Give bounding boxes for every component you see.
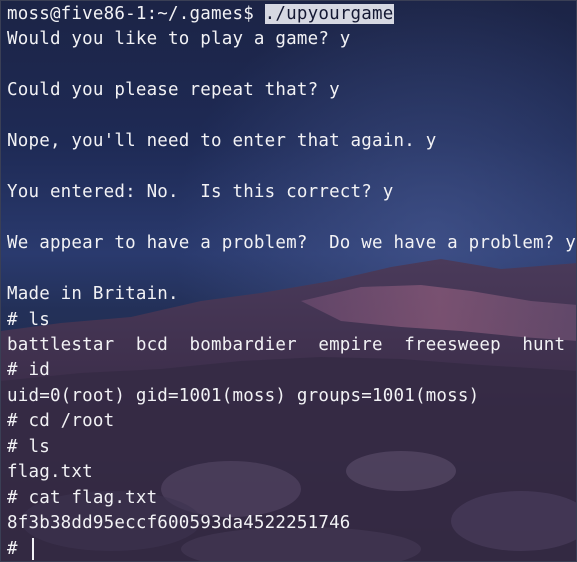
command-line: moss@five86-1:~/.games$ ./upyourgame <box>7 2 394 27</box>
output-line: Could you please repeat that? y <box>7 80 340 100</box>
output-line: # ls <box>7 310 50 330</box>
text-cursor <box>32 538 35 560</box>
selected-command: ./upyourgame <box>264 4 394 24</box>
terminal-screen[interactable]: moss@five86-1:~/.games$ ./upyourgame Wou… <box>1 1 577 561</box>
output-line: You entered: No. Is this correct? y <box>7 182 394 202</box>
output-line: Made in Britain. <box>7 284 179 304</box>
output-line: flag.txt <box>7 462 93 482</box>
output-line: # cd /root <box>7 411 115 431</box>
output-line: Would you like to play a game? y <box>7 29 351 49</box>
output-line: uid=0(root) gid=1001(moss) groups=1001(m… <box>7 386 480 406</box>
output-line: # cat flag.txt <box>7 488 158 508</box>
terminal-window[interactable]: moss@five86-1:~/.games$ ./upyourgame Wou… <box>0 0 577 562</box>
input-line[interactable]: # <box>7 537 35 561</box>
output-line: Nope, you'll need to enter that again. y <box>7 131 437 151</box>
output-line: 8f3b38dd95eccf600593da4522251746 <box>7 513 351 533</box>
shell-prompt: moss@five86-1:~/.games$ <box>7 4 265 24</box>
output-line: # ls <box>7 437 50 457</box>
output-line: # id <box>7 360 50 380</box>
root-prompt: # <box>7 539 29 559</box>
output-line: battlestar bcd bombardier empire freeswe… <box>7 335 566 355</box>
output-line: We appear to have a problem? Do we have … <box>7 233 577 253</box>
